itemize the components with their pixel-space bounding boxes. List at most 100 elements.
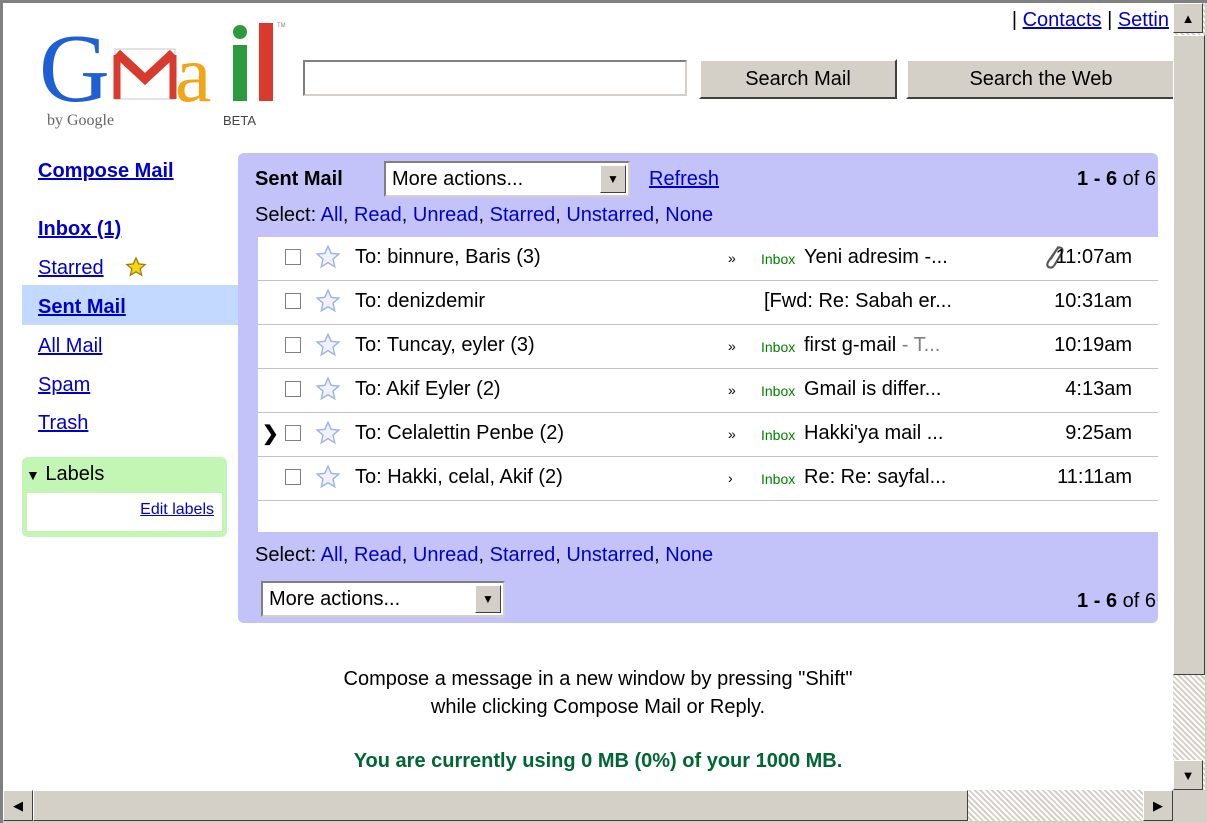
select-separator: ,	[654, 544, 660, 566]
row-recipient: To: Tuncay, eyler (3)	[355, 334, 535, 356]
select-none-link[interactable]: None	[665, 204, 713, 226]
chevron-down-icon: ▼	[475, 585, 501, 613]
star-outline-icon[interactable]	[315, 376, 341, 402]
select-unstarred-link[interactable]: Unstarred	[566, 544, 654, 566]
scroll-left-icon[interactable]: ◀	[3, 790, 33, 821]
row-pointer-icon: ❯	[262, 423, 279, 445]
row-thread-arrows: »	[728, 382, 736, 398]
vertical-scroll-thumb[interactable]	[1173, 35, 1205, 675]
count-of: of 6	[1122, 590, 1156, 612]
row-checkbox[interactable]	[285, 337, 301, 353]
more-actions-value: More actions...	[269, 588, 401, 610]
row-label-tag: Inbox	[761, 251, 796, 267]
select-read-link[interactable]: Read	[354, 204, 402, 226]
row-label-tag: Inbox	[761, 427, 796, 443]
scroll-right-icon[interactable]: ▶	[1143, 790, 1173, 821]
table-row[interactable]: To: Akif Eyler (2) » Inbox Gmail is differ.…	[258, 369, 1158, 413]
select-all-link[interactable]: All	[321, 204, 343, 226]
more-actions-select-bottom[interactable]: More actions... ▼	[261, 581, 505, 617]
select-separator: ,	[401, 204, 408, 226]
page-viewport: | Contacts | Settin G a TM by Google BET…	[3, 3, 1173, 790]
count-top: 1 - 6 of 6	[1077, 168, 1156, 191]
row-subject: Yeni adresim -...	[804, 246, 948, 269]
table-row[interactable]: To: Hakki, celal, Akif (2) › Inbox Re: Re: …	[258, 457, 1158, 501]
select-line-top: Select: All, Read, Unread, Starred, Unst…	[255, 204, 713, 227]
table-row[interactable]: To: binnure, Baris (3) » Inbox Yeni adresim…	[258, 237, 1158, 281]
star-outline-icon[interactable]	[315, 288, 341, 314]
row-checkbox[interactable]	[285, 469, 301, 485]
nav-trash[interactable]: Trash	[38, 412, 88, 435]
scroll-up-icon[interactable]: ▲	[1173, 3, 1203, 33]
select-separator: ,	[654, 204, 660, 226]
select-label: Select:	[255, 544, 317, 566]
horizontal-scroll-thumb[interactable]	[33, 790, 968, 821]
row-checkbox[interactable]	[285, 381, 301, 397]
select-unread-link[interactable]: Unread	[413, 204, 479, 226]
row-recipient: To: Akif Eyler (2)	[355, 378, 501, 400]
compose-mail-link[interactable]: Compose Mail	[38, 160, 174, 183]
search-mail-button[interactable]: Search Mail	[699, 59, 897, 99]
nav-all-mail[interactable]: All Mail	[38, 335, 102, 358]
row-recipient: To: Celalettin Penbe (2)	[355, 422, 565, 444]
star-outline-icon[interactable]	[315, 332, 341, 358]
row-checkbox[interactable]	[285, 293, 301, 309]
link-separator: |	[1011, 9, 1018, 31]
contacts-link[interactable]: Contacts	[1023, 9, 1102, 31]
select-all-link[interactable]: All	[321, 544, 343, 566]
search-web-button[interactable]: Search the Web	[906, 59, 1173, 99]
row-thread-arrows: ›	[728, 470, 733, 486]
vertical-scrollbar[interactable]: ▲ ▼	[1173, 3, 1205, 790]
row-recipient: To: Hakki, celal, Akif (2)	[355, 466, 563, 488]
table-row[interactable]: To: denizdemir [Fwd: Re: Sabah er... 10:31…	[258, 281, 1158, 325]
row-time: 9:25am	[1065, 422, 1132, 444]
storage-usage: You are currently using 0 MB (0%) of you…	[353, 750, 843, 772]
star-outline-icon[interactable]	[315, 464, 341, 490]
link-separator: |	[1107, 9, 1113, 31]
count-range: 1 - 6	[1077, 590, 1118, 612]
select-unstarred-link[interactable]: Unstarred	[566, 204, 654, 226]
row-subject-text: Re: Re: sayfal...	[804, 466, 947, 488]
row-subject: Re: Re: sayfal...	[804, 466, 946, 489]
select-separator: ,	[401, 544, 408, 566]
select-starred-link[interactable]: Starred	[490, 204, 556, 226]
settings-link[interactable]: Settin	[1118, 9, 1169, 31]
row-checkbox[interactable]	[285, 249, 301, 265]
row-checkbox[interactable]	[285, 425, 301, 441]
shift-tip: Compose a message in a new window by pre…	[263, 665, 933, 721]
refresh-link[interactable]: Refresh	[649, 168, 719, 191]
star-outline-icon[interactable]	[315, 244, 341, 270]
browser-frame: | Contacts | Settin G a TM by Google BET…	[0, 0, 1207, 823]
top-links: | Contacts | Settin	[1012, 9, 1169, 32]
edit-labels-link[interactable]: Edit labels	[140, 501, 214, 519]
row-time: 11:11am	[1057, 466, 1132, 488]
row-time: 11:07am	[1055, 246, 1132, 268]
nav-sent-mail[interactable]: Sent Mail	[38, 296, 126, 319]
nav-inbox[interactable]: Inbox (1)	[38, 218, 121, 241]
svg-text:BETA: BETA	[223, 113, 256, 128]
svg-text:G: G	[39, 21, 110, 123]
gmail-logo[interactable]: G a TM by Google BETA	[37, 21, 287, 131]
labels-header[interactable]: ▼ Labels	[26, 463, 104, 486]
select-separator: ,	[555, 544, 561, 566]
search-input[interactable]	[303, 60, 687, 96]
count-range: 1 - 6	[1077, 168, 1118, 190]
more-actions-value: More actions...	[392, 168, 524, 190]
row-thread-arrows: »	[728, 250, 736, 266]
row-thread-arrows: »	[728, 426, 736, 442]
select-read-link[interactable]: Read	[354, 544, 402, 566]
more-actions-select-top[interactable]: More actions... ▼	[384, 161, 630, 197]
select-starred-link[interactable]: Starred	[490, 544, 556, 566]
star-outline-icon[interactable]	[315, 420, 341, 446]
row-label-tag: Inbox	[761, 471, 796, 487]
select-none-link[interactable]: None	[665, 544, 713, 566]
table-row[interactable]: To: Tuncay, eyler (3) » Inbox first g-mail …	[258, 325, 1158, 369]
scroll-down-icon[interactable]: ▼	[1173, 760, 1203, 790]
nav-spam[interactable]: Spam	[38, 374, 90, 397]
select-unread-link[interactable]: Unread	[413, 544, 479, 566]
nav-starred[interactable]: Starred	[38, 257, 104, 280]
horizontal-scrollbar[interactable]: ◀ ▶	[3, 790, 1173, 821]
row-subject: Hakki'ya mail ...	[804, 422, 943, 445]
table-row[interactable]: ❯ To: Celalettin Penbe (2) » Inbox Hakki'ya …	[258, 413, 1158, 457]
row-time: 10:31am	[1054, 290, 1132, 312]
chevron-down-icon: ▼	[600, 165, 626, 193]
